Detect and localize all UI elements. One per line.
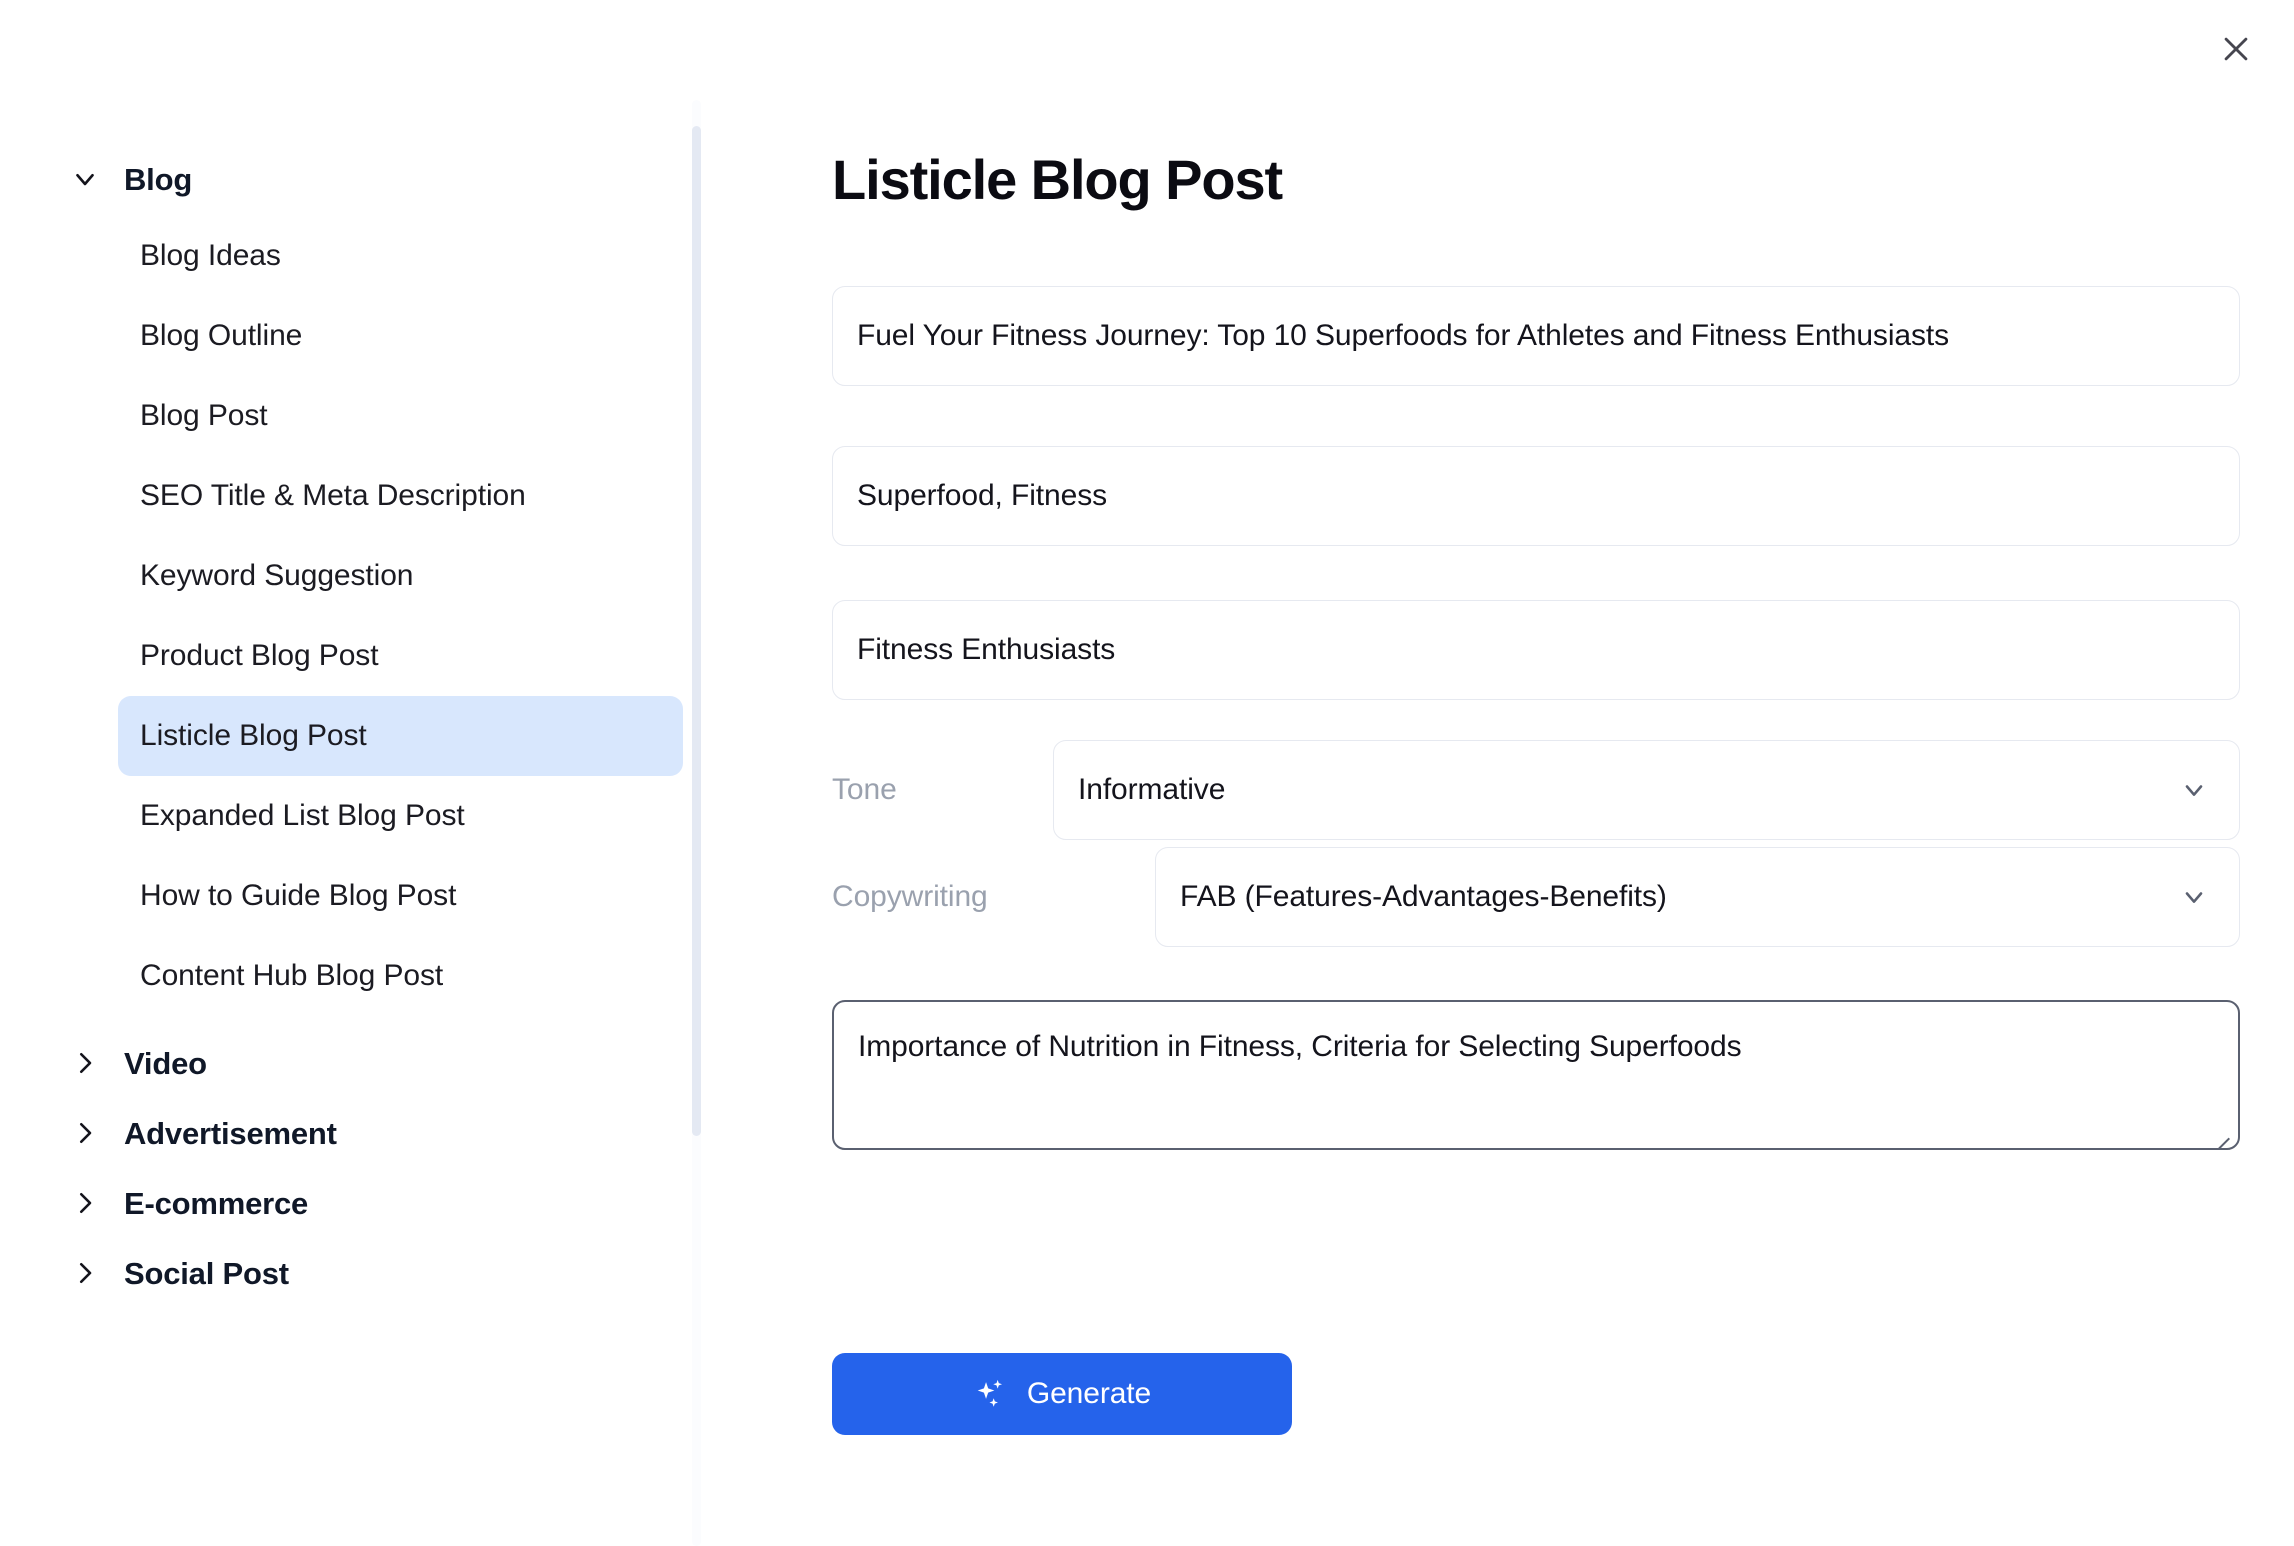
copywriting-select[interactable]: FAB (Features-Advantages-Benefits): [1155, 847, 2240, 947]
sidebar-group-label: Advertisement: [124, 1115, 337, 1151]
template-editor-modal: Blog Blog Ideas Blog Outline Blog Post S…: [0, 0, 2294, 1546]
sparkle-icon: [973, 1377, 1007, 1411]
sidebar-item-blog-post[interactable]: Blog Post: [118, 376, 683, 456]
copywriting-row: Copywriting FAB (Features-Advantages-Ben…: [832, 847, 2240, 947]
sidebar-item-keyword-suggestion[interactable]: Keyword Suggestion: [118, 536, 683, 616]
sidebar-group-social-post[interactable]: Social Post: [0, 1242, 700, 1304]
outline-textarea[interactable]: Importance of Nutrition in Fitness, Crit…: [832, 1000, 2240, 1150]
sidebar-item-label: Listicle Blog Post: [140, 719, 367, 752]
sidebar-group-label: Video: [124, 1045, 207, 1081]
sidebar-item-label: Product Blog Post: [140, 639, 379, 672]
sidebar-group-label: Social Post: [124, 1255, 289, 1291]
textarea-resize-handle[interactable]: [2213, 1123, 2233, 1143]
keywords-input[interactable]: Superfood, Fitness: [832, 446, 2240, 546]
target-audience-value: Fitness Enthusiasts: [857, 633, 1116, 666]
tone-select[interactable]: Informative: [1053, 740, 2240, 840]
sidebar-item-product-blog-post[interactable]: Product Blog Post: [118, 616, 683, 696]
sidebar-item-seo-title-meta-description[interactable]: SEO Title & Meta Description: [118, 456, 683, 536]
sidebar-item-label: Expanded List Blog Post: [140, 799, 465, 832]
chevron-right-icon: [68, 1256, 102, 1290]
tone-label: Tone: [832, 773, 897, 806]
sidebar-item-label: SEO Title & Meta Description: [140, 479, 526, 512]
sidebar-group-e-commerce[interactable]: E-commerce: [0, 1172, 700, 1234]
chevron-down-icon: [2179, 882, 2209, 912]
sidebar-item-label: Blog Ideas: [140, 239, 281, 272]
sidebar-group-video[interactable]: Video: [0, 1032, 700, 1094]
copywriting-selected-value: FAB (Features-Advantages-Benefits): [1180, 880, 1667, 913]
page-title: Listicle Blog Post: [832, 148, 1283, 211]
sidebar-item-how-to-guide-blog-post[interactable]: How to Guide Blog Post: [118, 856, 683, 936]
generate-button[interactable]: Generate: [832, 1353, 1292, 1435]
blog-title-input[interactable]: Fuel Your Fitness Journey: Top 10 Superf…: [832, 286, 2240, 386]
chevron-right-icon: [68, 1116, 102, 1150]
sidebar-item-blog-ideas[interactable]: Blog Ideas: [118, 216, 683, 296]
template-form-panel: Listicle Blog Post Fuel Your Fitness Jou…: [700, 0, 2294, 1546]
keywords-value: Superfood, Fitness: [857, 479, 1108, 512]
sidebar-group-blog-children: Blog Ideas Blog Outline Blog Post SEO Ti…: [0, 210, 700, 1016]
sidebar-group-label: Blog: [124, 161, 193, 197]
tone-row: Tone Informative: [832, 740, 2240, 840]
sidebar-item-label: How to Guide Blog Post: [140, 879, 457, 912]
template-sidebar: Blog Blog Ideas Blog Outline Blog Post S…: [0, 0, 700, 1546]
sidebar-item-label: Keyword Suggestion: [140, 559, 414, 592]
outline-value: Importance of Nutrition in Fitness, Crit…: [858, 1030, 1742, 1063]
generate-button-label: Generate: [1026, 1377, 1152, 1410]
sidebar-group-advertisement[interactable]: Advertisement: [0, 1102, 700, 1164]
sidebar-item-blog-outline[interactable]: Blog Outline: [118, 296, 683, 376]
blog-title-value: Fuel Your Fitness Journey: Top 10 Superf…: [857, 319, 1949, 352]
sidebar-item-expanded-list-blog-post[interactable]: Expanded List Blog Post: [118, 776, 683, 856]
sidebar-group-blog[interactable]: Blog: [0, 148, 700, 210]
chevron-right-icon: [68, 1186, 102, 1220]
sidebar-group-label: E-commerce: [124, 1185, 309, 1221]
tone-selected-value: Informative: [1078, 773, 1226, 806]
copywriting-label: Copywriting: [832, 880, 988, 913]
chevron-down-icon: [68, 162, 102, 196]
sidebar-item-label: Content Hub Blog Post: [140, 959, 444, 992]
sidebar-item-label: Blog Post: [140, 399, 268, 432]
sidebar-item-content-hub-blog-post[interactable]: Content Hub Blog Post: [118, 936, 683, 1016]
sidebar-item-label: Blog Outline: [140, 319, 303, 352]
sidebar-item-listicle-blog-post[interactable]: Listicle Blog Post: [118, 696, 683, 776]
target-audience-input[interactable]: Fitness Enthusiasts: [832, 600, 2240, 700]
chevron-down-icon: [2179, 775, 2209, 805]
chevron-right-icon: [68, 1046, 102, 1080]
